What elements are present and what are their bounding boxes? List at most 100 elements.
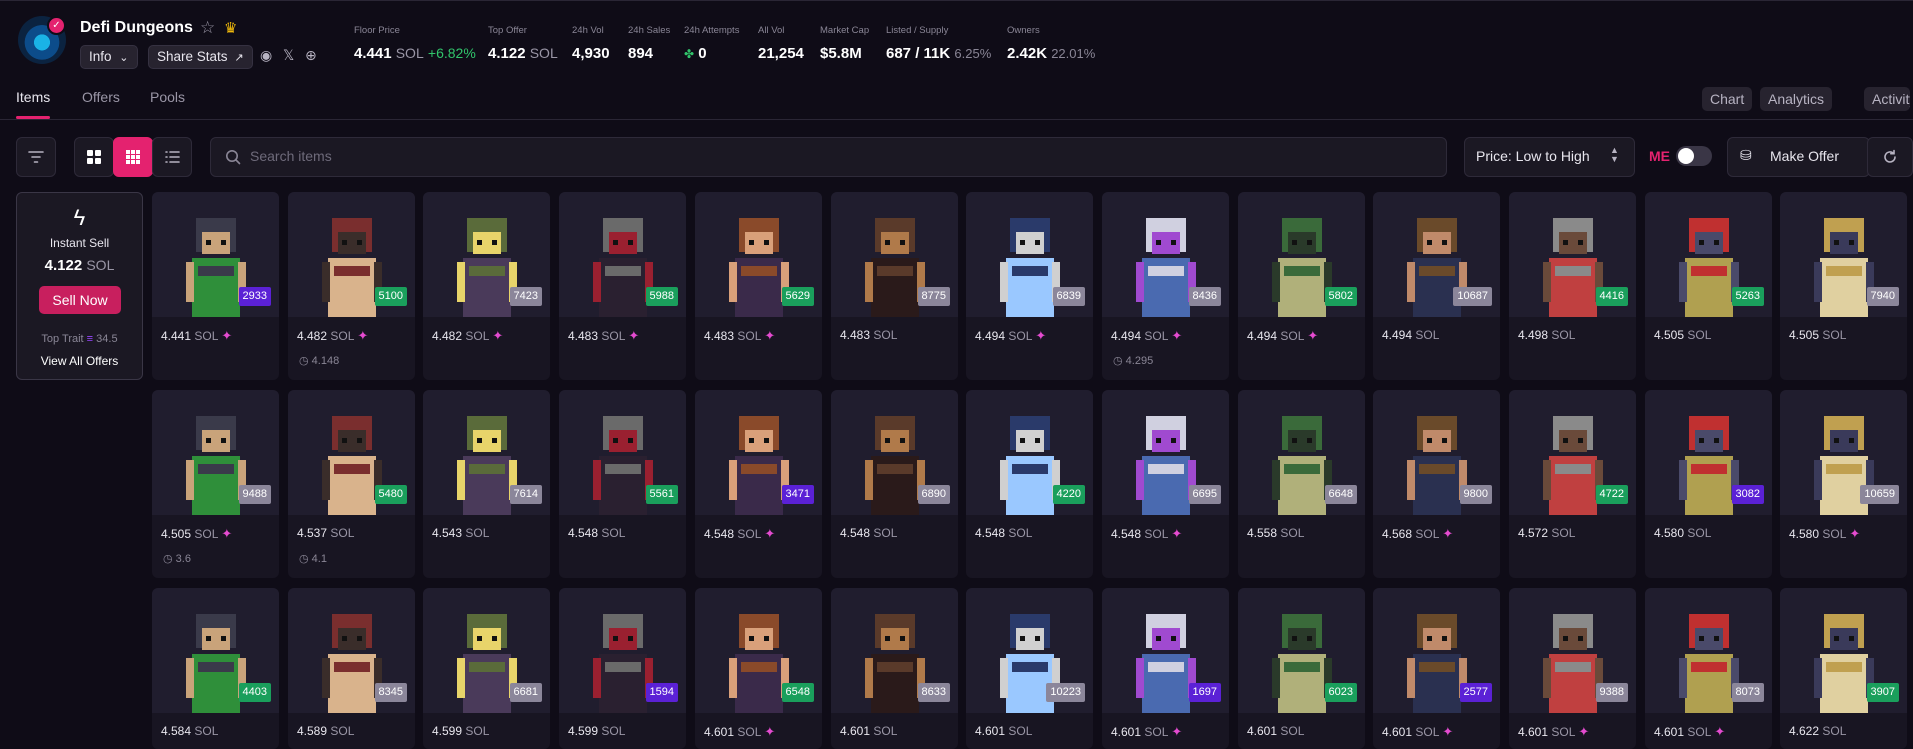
nft-price: 4.537 SOL [297, 526, 354, 540]
nft-card[interactable]: 6548 4.601 SOL ✦ [695, 588, 822, 749]
nft-card[interactable]: 5480 4.537 SOL ◷ 4.1 [288, 390, 415, 578]
magic-eden-toggle[interactable] [1676, 146, 1712, 166]
nft-price: 4.482 SOL ✦ [297, 328, 368, 344]
tab-items[interactable]: Items [16, 89, 50, 105]
nft-card[interactable]: 4722 4.572 SOL [1509, 390, 1636, 578]
price-unit: SOL [873, 526, 898, 540]
offer-value: 4.148 [311, 355, 340, 367]
price-unit: SOL [1687, 328, 1712, 342]
sparkle-icon: ✦ [1442, 724, 1454, 739]
price-unit: SOL [601, 724, 626, 738]
nft-card[interactable]: 2933 4.441 SOL ✦ [152, 192, 279, 380]
nft-card[interactable]: 8633 4.601 SOL [831, 588, 958, 749]
rank-badge: 5561 [645, 485, 678, 504]
nft-card[interactable]: 8436 4.494 SOL ✦ ◷ 4.295 [1102, 192, 1229, 380]
nft-price: 4.580 SOL [1654, 526, 1711, 540]
nft-card[interactable]: 6695 4.548 SOL ✦ [1102, 390, 1229, 578]
price-value: 4.483 [840, 328, 871, 342]
rank-badge: 4416 [1595, 287, 1628, 306]
sell-now-button[interactable]: Sell Now [39, 286, 121, 314]
nft-card[interactable]: 5988 4.483 SOL ✦ [559, 192, 686, 380]
rank-badge: 6695 [1188, 485, 1221, 504]
nft-card[interactable]: 1697 4.601 SOL ✦ [1102, 588, 1229, 749]
refresh-button[interactable] [1867, 137, 1913, 177]
stat-value: 4.122 [488, 45, 526, 62]
nft-price: 4.601 SOL ✦ [704, 724, 775, 740]
price-unit: SOL [465, 724, 490, 738]
nft-card[interactable]: 8775 4.483 SOL [831, 192, 958, 380]
view-list-button[interactable] [152, 137, 192, 177]
filter-button[interactable] [16, 137, 56, 177]
price-value: 4.601 [1111, 725, 1142, 739]
nft-card[interactable]: 3907 4.622 SOL [1780, 588, 1907, 749]
nft-card[interactable]: 4416 4.498 SOL [1509, 192, 1636, 380]
view-small-grid-button[interactable] [113, 137, 153, 177]
x-twitter-icon[interactable]: 𝕏 [283, 47, 294, 64]
price-value: 4.580 [1789, 527, 1820, 541]
verified-check-icon: ✓ [47, 16, 66, 35]
nft-card[interactable]: 9488 4.505 SOL ✦ ◷ 3.6 [152, 390, 279, 578]
stat-market-cap: Market Cap $5.8M [820, 25, 869, 62]
price-value: 4.572 [1518, 526, 1549, 540]
nft-price: 4.548 SOL [568, 526, 625, 540]
nft-card[interactable]: 6839 4.494 SOL ✦ [966, 192, 1093, 380]
nft-card[interactable]: 9388 4.601 SOL ✦ [1509, 588, 1636, 749]
view-all-offers-link[interactable]: View All Offers [17, 354, 142, 368]
nft-card[interactable]: 6681 4.599 SOL [423, 588, 550, 749]
discord-icon[interactable]: ◉ [260, 47, 272, 64]
price-unit: SOL [601, 526, 626, 540]
nft-price: 4.494 SOL ✦ [975, 328, 1046, 344]
star-icon[interactable]: ☆ [200, 18, 215, 38]
nft-card[interactable]: 9800 4.568 SOL ✦ [1373, 390, 1500, 578]
nft-card[interactable]: 7614 4.543 SOL [423, 390, 550, 578]
nft-card[interactable]: 7423 4.482 SOL ✦ [423, 192, 550, 380]
nft-card[interactable]: 10223 4.601 SOL [966, 588, 1093, 749]
nft-card[interactable]: 6023 4.601 SOL [1238, 588, 1365, 749]
search-input[interactable]: Search items [250, 148, 332, 164]
nft-card[interactable]: 6890 4.548 SOL [831, 390, 958, 578]
nft-card[interactable]: 10687 4.494 SOL [1373, 192, 1500, 380]
activity-button[interactable]: Activity [1864, 87, 1910, 111]
price-value: 4.599 [568, 724, 599, 738]
nft-card[interactable]: 5263 4.505 SOL [1645, 192, 1772, 380]
nft-card[interactable]: 10659 4.580 SOL ✦ [1780, 390, 1907, 578]
info-dropdown[interactable]: Info ⌄ [80, 45, 138, 69]
nft-card[interactable]: 3471 4.548 SOL ✦ [695, 390, 822, 578]
price-unit: SOL [737, 725, 762, 739]
rank-badge: 5629 [781, 287, 814, 306]
offer-value: 4.1 [311, 553, 327, 565]
nft-card[interactable]: 5802 4.494 SOL ✦ [1238, 192, 1365, 380]
nft-card[interactable]: 1594 4.599 SOL [559, 588, 686, 749]
price-value: 4.494 [1111, 329, 1142, 343]
sparkle-icon: ✦ [1442, 526, 1454, 541]
website-globe-icon[interactable]: ⊕ [305, 47, 317, 64]
analytics-button[interactable]: Analytics [1760, 87, 1833, 111]
nft-card[interactable]: 5629 4.483 SOL ✦ [695, 192, 822, 380]
offer-value: 4.295 [1125, 355, 1154, 367]
chart-button[interactable]: Chart [1702, 87, 1753, 111]
stat-value: 2.42K [1007, 45, 1048, 62]
stat-label: Top Offer [488, 25, 527, 36]
nft-card[interactable]: 5561 4.548 SOL [559, 390, 686, 578]
toggle-knob [1678, 148, 1694, 164]
nft-card[interactable]: 3082 4.580 SOL [1645, 390, 1772, 578]
nft-card[interactable]: 4220 4.548 SOL [966, 390, 1093, 578]
nft-card[interactable]: 5100 4.482 SOL ✦ ◷ 4.148 [288, 192, 415, 380]
nft-card[interactable]: 8073 4.601 SOL ✦ [1645, 588, 1772, 749]
nft-card[interactable]: 7940 4.505 SOL [1780, 192, 1907, 380]
nft-card[interactable]: 8345 4.589 SOL [288, 588, 415, 749]
sparkle-icon: ✦ [221, 526, 233, 541]
rank-badge: 10687 [1453, 287, 1492, 306]
nft-card[interactable]: 4403 4.584 SOL [152, 588, 279, 749]
rank-badge: 3471 [781, 485, 814, 504]
nft-card[interactable]: 6648 4.558 SOL [1238, 390, 1365, 578]
price-value: 4.601 [1518, 725, 1549, 739]
rank-badge: 8775 [917, 287, 950, 306]
share-stats-button[interactable]: Share Stats ↗ [148, 45, 253, 69]
tab-offers[interactable]: Offers [82, 89, 120, 105]
tab-pools[interactable]: Pools [150, 89, 185, 105]
stat-24h-sales: 24h Sales 894 [628, 25, 670, 62]
search-box[interactable] [210, 137, 1447, 177]
nft-card[interactable]: 2577 4.601 SOL ✦ [1373, 588, 1500, 749]
view-large-grid-button[interactable] [74, 137, 114, 177]
